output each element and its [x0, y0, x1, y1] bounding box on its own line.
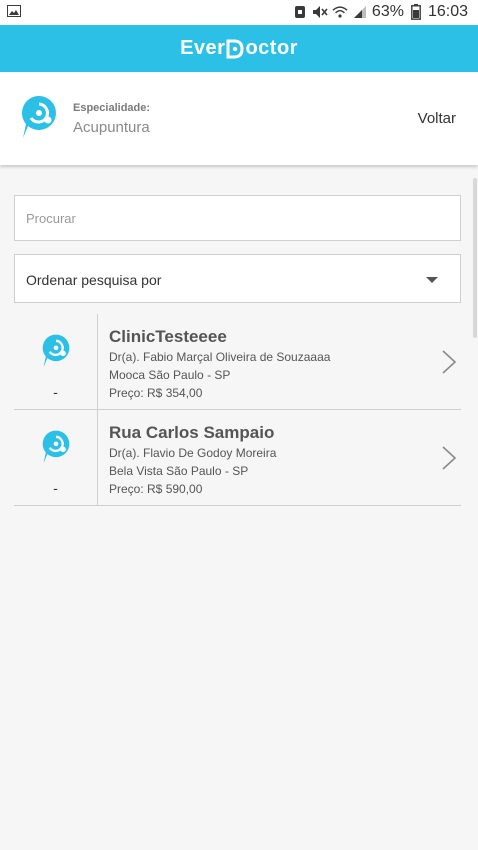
consult-price: Preço: R$ 590,00	[109, 482, 203, 496]
list-item[interactable]: - ClinicTesteeee Dr(a). Fabio Marçal Oli…	[14, 314, 461, 410]
specialty-value: Acupuntura	[73, 119, 150, 136]
chevron-right-icon	[441, 445, 457, 471]
rating-value: -	[53, 480, 58, 496]
sort-select[interactable]: Ordenar pesquisa por	[14, 254, 461, 303]
brand-text-left: Ever	[180, 37, 226, 59]
clinic-location: Bela Vista São Paulo - SP	[109, 464, 249, 478]
specialty-header: Especialidade: Acupuntura Voltar	[0, 72, 478, 165]
clinic-name: Rua Carlos Sampaio	[109, 423, 275, 442]
clinic-logo-icon	[41, 429, 71, 465]
brand-text-right: octor	[245, 37, 298, 59]
battery-icon	[408, 4, 424, 20]
list-item-left: -	[14, 314, 98, 409]
clinic-name: ClinicTesteeee	[109, 327, 227, 346]
wifi-icon	[332, 4, 348, 20]
brand-logo: Ever octor	[180, 37, 298, 60]
sort-select-label: Ordenar pesquisa por	[26, 272, 162, 288]
rating-value: -	[53, 384, 58, 400]
app-bar: Ever octor	[0, 25, 478, 72]
clock: 16:03	[427, 3, 468, 20]
search-input[interactable]	[14, 195, 461, 241]
image-notification-icon	[7, 4, 21, 22]
dropdown-caret-icon	[426, 277, 438, 283]
clinic-logo-icon	[41, 333, 71, 369]
mute-icon	[312, 4, 328, 20]
everdoctor-logo-icon	[20, 94, 58, 140]
brand-d-icon	[226, 39, 244, 59]
list-item[interactable]: - Rua Carlos Sampaio Dr(a). Flavio De Go…	[14, 410, 461, 506]
back-button[interactable]: Voltar	[418, 110, 456, 127]
doctor-name: Dr(a). Fabio Marçal Oliveira de Souzaaaa	[109, 350, 331, 364]
chevron-right-icon	[441, 349, 457, 375]
scrollbar[interactable]	[473, 178, 477, 338]
clinic-location: Mooca São Paulo - SP	[109, 368, 231, 382]
signal-icon	[352, 4, 368, 20]
results-list: - ClinicTesteeee Dr(a). Fabio Marçal Oli…	[14, 314, 461, 506]
battery-percent: 63%	[371, 3, 404, 20]
specialty-label: Especialidade:	[73, 102, 151, 114]
consult-price: Preço: R$ 354,00	[109, 386, 203, 400]
doctor-name: Dr(a). Flavio De Godoy Moreira	[109, 446, 277, 460]
status-bar: 63% 16:03	[0, 0, 478, 25]
list-item-left: -	[14, 410, 98, 505]
nfc-icon	[292, 4, 308, 20]
